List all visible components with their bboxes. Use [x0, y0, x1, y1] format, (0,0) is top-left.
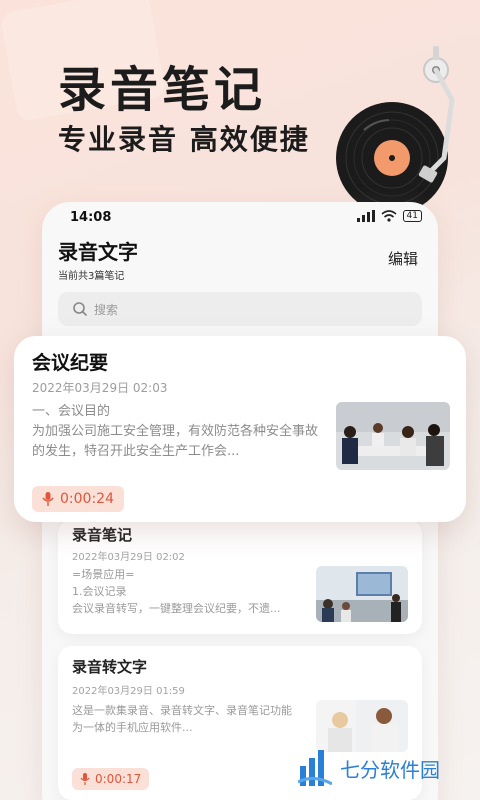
edit-button[interactable]: 编辑	[388, 248, 418, 269]
note-title: 录音笔记	[72, 526, 133, 544]
battery-indicator: 41	[402, 210, 422, 222]
duration-badge[interactable]: 0:00:24	[32, 486, 124, 512]
note-preview: 一、会议目的 为加强公司施工安全管理，有效防范各种安全事故的发生，特召开此安全生…	[32, 404, 319, 459]
note-card-highlighted[interactable]: 会议纪要 2022年03月29日 02:03 一、会议目的 为加强公司施工安全管…	[14, 336, 466, 522]
search-icon	[73, 302, 87, 316]
hero-title: 录音笔记	[58, 62, 267, 118]
note-thumbnail	[316, 566, 408, 622]
note-date: 2022年03月29日 02:03	[32, 381, 168, 395]
note-date: 2022年03月29日 02:02	[72, 552, 185, 563]
duration-text: 0:00:17	[95, 772, 142, 786]
note-title: 录音转文字	[72, 658, 148, 676]
microphone-icon	[80, 773, 90, 785]
duration-badge[interactable]: 0:00:17	[72, 768, 150, 790]
duration-text: 0:00:24	[60, 491, 114, 507]
wifi-icon	[381, 210, 397, 222]
vinyl-record-icon	[336, 46, 455, 210]
status-time: 14:08	[70, 210, 112, 225]
watermark-text: 七分软件园	[340, 757, 440, 782]
notes-count: 当前共3篇笔记	[58, 271, 125, 282]
hero-subtitle: 专业录音 高效便捷	[58, 123, 310, 156]
microphone-icon	[42, 492, 54, 506]
note-card[interactable]: 录音笔记 2022年03月29日 02:02 =场景应用= 1.会议记录 会议录…	[58, 520, 422, 634]
note-thumbnail	[336, 402, 450, 470]
note-date: 2022年03月29日 01:59	[72, 686, 185, 697]
note-preview: 这是一款集录音、录音转文字、录音笔记功能为一体的手机应用软件...	[72, 704, 292, 734]
watermark-logo-icon	[298, 750, 332, 786]
note-title: 会议纪要	[32, 352, 109, 374]
note-preview: =场景应用= 1.会议记录 会议录音转写，一键整理会议纪要，不遗...	[72, 568, 281, 615]
note-thumbnail	[316, 700, 408, 752]
search-placeholder: 搜索	[94, 302, 119, 317]
search-input[interactable]: 搜索	[58, 292, 422, 326]
status-icons: 41	[356, 210, 422, 222]
watermark: 七分软件园	[298, 748, 440, 788]
app-title: 录音文字	[58, 240, 138, 264]
signal-icon	[356, 210, 375, 222]
